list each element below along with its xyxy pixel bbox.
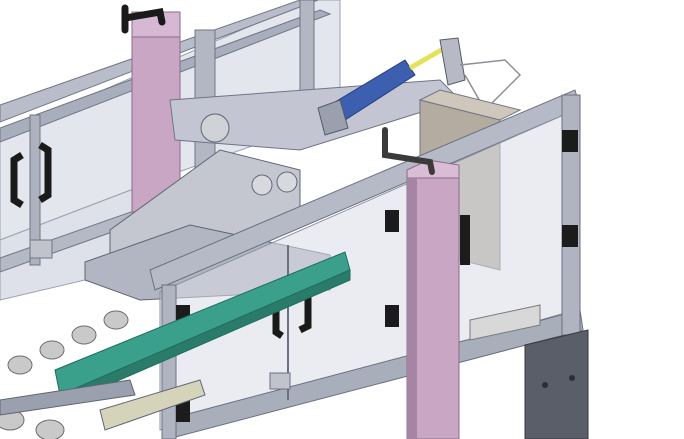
latch-block — [269, 372, 291, 390]
roller — [39, 340, 65, 360]
corner-bracket — [562, 130, 578, 152]
corner-bracket — [562, 225, 578, 247]
latch-block — [29, 239, 53, 259]
bolt — [569, 375, 575, 381]
corner-bracket — [385, 305, 399, 327]
front-post-left — [161, 284, 177, 439]
roller-wheel-2 — [251, 174, 273, 196]
roller — [103, 310, 129, 330]
machine-render — [0, 0, 684, 439]
roller-wheel — [200, 113, 230, 143]
side-clamp — [460, 215, 470, 265]
corner-bracket — [385, 210, 399, 232]
roller — [71, 325, 97, 345]
roller — [7, 355, 33, 375]
front-pillar-shade — [407, 178, 417, 439]
bolt — [542, 382, 548, 388]
base-plate — [524, 329, 589, 439]
roller-wheel-3 — [276, 171, 298, 193]
roller — [35, 419, 65, 439]
